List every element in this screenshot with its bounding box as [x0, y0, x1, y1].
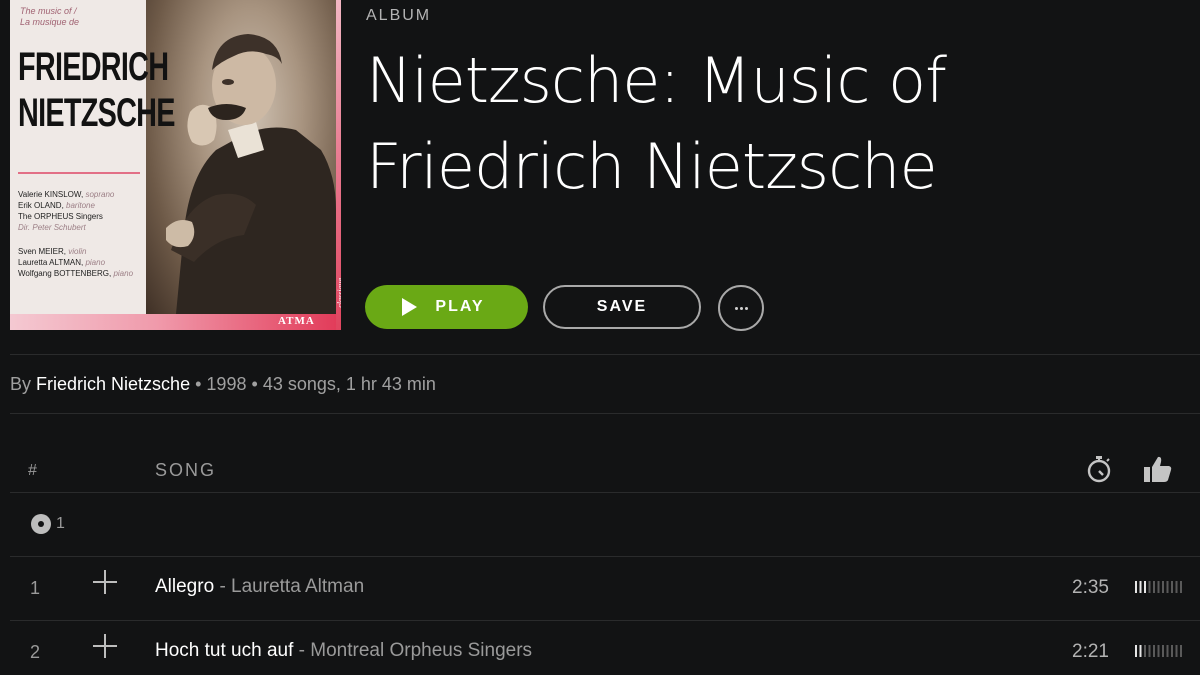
- column-header-song[interactable]: SONG: [155, 460, 216, 481]
- track-name: Hoch tut uch auf: [155, 640, 294, 661]
- popularity-tick: [1157, 645, 1160, 657]
- popularity-tick: [1166, 581, 1169, 593]
- cover-credits: Valerie KINSLOW, soprano Erik OLAND, bar…: [18, 189, 146, 279]
- popularity-tick: [1144, 581, 1146, 593]
- album-meta: By Friedrich Nietzsche • 1998 • 43 songs…: [10, 374, 436, 395]
- column-header-number: #: [28, 462, 37, 479]
- meta-separator: •: [195, 374, 202, 394]
- popularity-tick: [1180, 581, 1182, 593]
- popularity-tick: [1162, 645, 1164, 657]
- popularity-tick: [1135, 645, 1137, 657]
- track-title: Allegro - Lauretta Altman: [155, 576, 364, 598]
- popularity-tick: [1139, 581, 1142, 593]
- popularity-tick: [1135, 581, 1137, 593]
- track-duration: 2:35: [1072, 577, 1109, 598]
- save-button[interactable]: SAVE: [543, 285, 701, 329]
- album-type-label: ALBUM: [366, 7, 432, 24]
- cover-divider: [18, 172, 140, 174]
- popularity-tick: [1171, 581, 1173, 593]
- track-separator: -: [298, 640, 305, 661]
- popularity-tick: [1157, 581, 1160, 593]
- track-separator: -: [219, 576, 226, 597]
- cover-composer-name: FRIEDRICH NIETZSCHE: [18, 44, 175, 136]
- disc-number: 1: [56, 515, 65, 532]
- popularity-bar: [1135, 645, 1182, 657]
- track-number: 2: [30, 642, 41, 662]
- popularity-bar: [1135, 581, 1182, 593]
- track-title: Hoch tut uch auf - Montreal Orpheus Sing…: [155, 640, 532, 662]
- popularity-tick: [1148, 581, 1151, 593]
- plus-icon[interactable]: [93, 570, 117, 594]
- track-duration: 2:21: [1072, 641, 1109, 662]
- plus-icon[interactable]: [93, 634, 117, 658]
- cover-pre-line-1: The music of /: [20, 6, 77, 16]
- popularity-tick: [1162, 581, 1164, 593]
- cover-pre-line-2: La musique de: [20, 17, 80, 27]
- popularity-tick: [1175, 645, 1178, 657]
- meta-by: By: [10, 374, 32, 394]
- track-number: 1: [30, 578, 41, 598]
- popularity-tick: [1166, 645, 1169, 657]
- cover-name-line-2: NIETZSCHE: [18, 91, 175, 135]
- cover-credit: Valerie KINSLOW, soprano: [18, 190, 115, 199]
- play-icon: [402, 298, 418, 316]
- popularity-tick: [1139, 645, 1142, 657]
- more-options-icon: [734, 306, 748, 310]
- meta-year: 1998: [206, 374, 247, 394]
- popularity-tick: [1144, 645, 1146, 657]
- track-artist[interactable]: Lauretta Altman: [231, 576, 364, 597]
- cover-credit: Dir. Peter Schubert: [18, 223, 86, 232]
- popularity-tick: [1153, 645, 1155, 657]
- more-options-button[interactable]: [718, 285, 764, 331]
- cover-credit: The ORPHEUS Singers: [18, 212, 103, 221]
- divider: [10, 354, 1200, 355]
- track-row[interactable]: 1 Allegro - Lauretta Altman 2:35: [10, 556, 1200, 620]
- meta-separator: •: [251, 374, 258, 394]
- album-cover: The music of / La musique de FRIEDRICH N…: [10, 0, 341, 330]
- track-name: Allegro: [155, 576, 215, 597]
- play-button-label: PLAY: [435, 298, 485, 315]
- divider: [10, 492, 1200, 493]
- meta-summary: 43 songs, 1 hr 43 min: [262, 374, 436, 394]
- thumbs-up-icon[interactable]: [1143, 454, 1173, 484]
- meta-artist-link[interactable]: Friedrich Nietzsche: [36, 374, 190, 394]
- album-title: Nietzsche: Music of Friedrich Nietzsche: [366, 44, 947, 203]
- popularity-tick: [1175, 581, 1178, 593]
- popularity-tick: [1171, 645, 1173, 657]
- track-artist[interactable]: Montreal Orpheus Singers: [310, 640, 532, 661]
- play-button[interactable]: PLAY: [365, 285, 528, 329]
- popularity-tick: [1148, 645, 1151, 657]
- track-row[interactable]: 2 Hoch tut uch auf - Montreal Orpheus Si…: [10, 620, 1200, 675]
- disc-icon: [31, 514, 51, 534]
- popularity-tick: [1180, 645, 1182, 657]
- cover-credit: Lauretta ALTMAN, piano: [18, 258, 106, 267]
- cover-record-label: ATMA: [278, 315, 315, 327]
- disc-group: 1: [30, 513, 65, 535]
- divider: [10, 413, 1200, 414]
- popularity-tick: [1153, 581, 1155, 593]
- cover-name-line-1: FRIEDRICH: [18, 45, 169, 89]
- cover-credit: Erik OLAND, baritone: [18, 201, 95, 210]
- cover-side-label: classique: [336, 278, 341, 308]
- cover-credit: Wolfgang BOTTENBERG, piano: [18, 269, 134, 278]
- cover-credit: Sven MEIER, violin: [18, 247, 87, 256]
- stopwatch-icon[interactable]: [1086, 454, 1114, 484]
- cover-pre-title: The music of / La musique de: [20, 6, 140, 28]
